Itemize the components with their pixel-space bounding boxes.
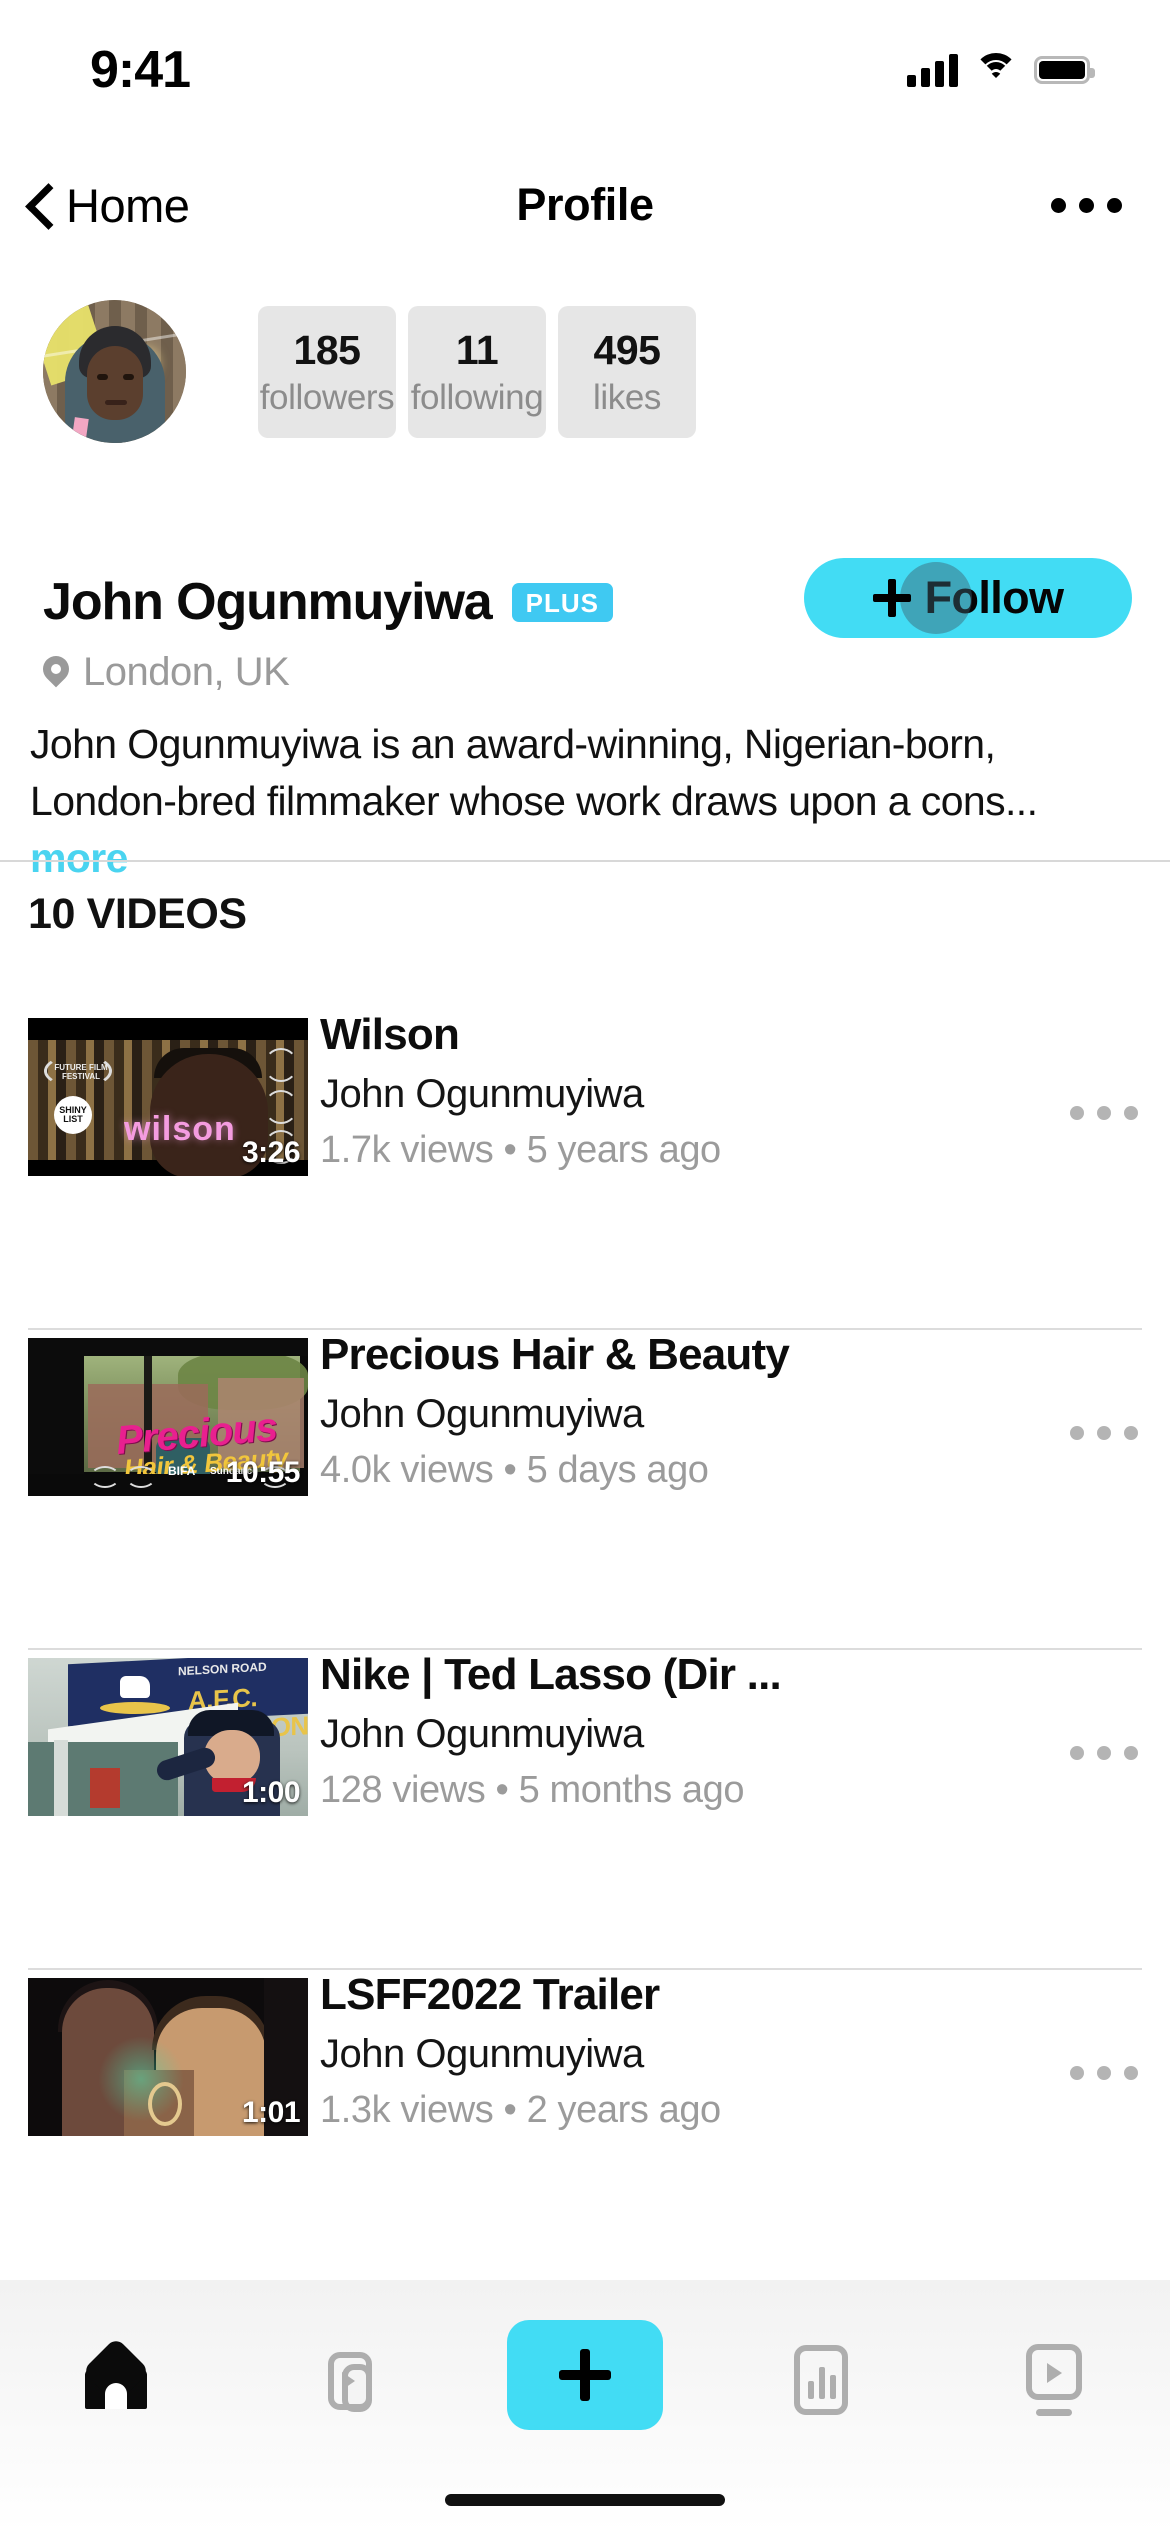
tab-home[interactable] xyxy=(41,2320,191,2440)
location-label: London, UK xyxy=(83,650,290,694)
section-divider xyxy=(0,860,1170,862)
list-item[interactable]: 1:01 LSFF2022 Trailer John Ogunmuyiwa 1.… xyxy=(0,1970,1170,2290)
more-options-icon[interactable] xyxy=(1051,197,1122,213)
status-time: 9:41 xyxy=(90,41,191,99)
video-meta: Wilson John Ogunmuyiwa 1.7k views • 5 ye… xyxy=(320,1010,1080,1172)
profile-stats: 185 followers 11 following 495 likes xyxy=(258,306,696,438)
chevron-left-icon xyxy=(26,184,52,226)
list-item[interactable]: FUTURE FILM FESTIVAL SHINY LIST wilson 3… xyxy=(0,1010,1170,1330)
video-duration: 10:55 xyxy=(225,1456,301,1489)
video-title: LSFF2022 Trailer xyxy=(320,1970,660,2019)
video-title: Wilson xyxy=(320,1010,460,1059)
video-duration: 1:00 xyxy=(241,1776,301,1809)
video-more-icon[interactable] xyxy=(1070,2066,1138,2080)
video-meta: Nike | Ted Lasso (Dir ... John Ogunmuyiw… xyxy=(320,1650,1080,1812)
tap-highlight xyxy=(900,562,972,634)
video-thumbnail[interactable]: 1:01 xyxy=(28,1978,308,2136)
video-duration: 1:01 xyxy=(241,2096,301,2129)
follow-button[interactable]: Follow xyxy=(804,558,1132,638)
list-item[interactable]: Precious Hair & Beauty BIFA Sundance 10:… xyxy=(0,1330,1170,1650)
stat-following[interactable]: 11 following xyxy=(408,306,546,438)
video-author: John Ogunmuyiwa xyxy=(320,1072,644,1116)
home-indicator xyxy=(445,2494,725,2506)
laurel-icon xyxy=(126,1466,156,1488)
tab-watch[interactable] xyxy=(979,2320,1129,2440)
video-meta: LSFF2022 Trailer John Ogunmuyiwa 1.3k vi… xyxy=(320,1970,1080,2132)
video-author: John Ogunmuyiwa xyxy=(320,1392,644,1436)
battery-icon xyxy=(1034,56,1095,84)
video-thumbnail[interactable]: NELSON ROAD A.F.C. RICHMOND 1:00 xyxy=(28,1658,308,1816)
video-author: John Ogunmuyiwa xyxy=(320,1712,644,1756)
video-stack-icon xyxy=(318,2346,380,2414)
video-more-icon[interactable] xyxy=(1070,1426,1138,1440)
bifa-badge: BIFA xyxy=(168,1464,196,1478)
video-thumbnail[interactable]: FUTURE FILM FESTIVAL SHINY LIST wilson 3… xyxy=(28,1018,308,1176)
video-duration: 3:26 xyxy=(241,1136,301,1169)
status-indicators xyxy=(907,53,1095,87)
profile-location: London, UK xyxy=(43,650,290,695)
status-bar: 9:41 xyxy=(0,0,1170,140)
stat-following-value: 11 xyxy=(455,326,499,373)
festival-laurel-icon: FUTURE FILM FESTIVAL xyxy=(44,1054,112,1088)
horse-emblem-icon xyxy=(120,1676,150,1698)
laurel-label: FUTURE FILM FESTIVAL xyxy=(54,1063,108,1081)
page-title: Profile xyxy=(516,179,654,230)
video-more-icon[interactable] xyxy=(1070,1746,1138,1760)
laurel-icon xyxy=(264,1048,298,1082)
stat-likes-value: 495 xyxy=(593,326,661,373)
bar-chart-icon xyxy=(793,2345,848,2415)
video-title: Precious Hair & Beauty xyxy=(320,1330,790,1379)
wifi-icon xyxy=(974,53,1018,87)
bio-more-link[interactable]: more xyxy=(30,835,128,881)
video-stats: 128 views • 5 months ago xyxy=(320,1769,745,1811)
stat-likes-label: likes xyxy=(592,377,662,417)
video-stats: 1.7k views • 5 years ago xyxy=(320,1129,721,1171)
laurel-icon xyxy=(90,1466,120,1488)
location-pin-icon xyxy=(43,656,69,690)
plus-badge: PLUS xyxy=(511,582,613,622)
video-stats: 4.0k views • 5 days ago xyxy=(320,1449,709,1491)
award-badge-icon: SHINY LIST xyxy=(54,1096,92,1134)
videos-section-heading: 10 VIDEOS xyxy=(28,890,247,938)
list-item[interactable]: NELSON ROAD A.F.C. RICHMOND 1:00 Nike | … xyxy=(0,1650,1170,1970)
plus-icon xyxy=(558,2349,611,2401)
stat-followers[interactable]: 185 followers xyxy=(258,306,396,438)
stat-followers-value: 185 xyxy=(293,326,361,373)
video-more-icon[interactable] xyxy=(1070,1106,1138,1120)
stat-followers-label: followers xyxy=(259,377,395,417)
stat-following-label: following xyxy=(410,377,544,417)
video-list: FUTURE FILM FESTIVAL SHINY LIST wilson 3… xyxy=(0,1010,1170,2290)
profile-name: John Ogunmuyiwa xyxy=(43,573,493,631)
bio-line-1: John Ogunmuyiwa is an award-winning, Nig… xyxy=(30,721,996,767)
home-icon xyxy=(85,2351,148,2409)
tab-stats[interactable] xyxy=(746,2320,896,2440)
laurel-icon xyxy=(264,1090,298,1124)
video-stats: 1.3k views • 2 years ago xyxy=(320,2089,721,2131)
video-title: Nike | Ted Lasso (Dir ... xyxy=(320,1650,782,1699)
profile-screen: 9:41 Profile Home 185 followers 11 follo… xyxy=(0,0,1170,2532)
tab-library[interactable] xyxy=(274,2320,424,2440)
bio-line-2: London-bred filmmaker whose work draws u… xyxy=(30,778,1038,824)
thumbnail-title-text: wilson xyxy=(124,1110,236,1148)
stat-likes[interactable]: 495 likes xyxy=(558,306,696,438)
video-meta: Precious Hair & Beauty John Ogunmuyiwa 4… xyxy=(320,1330,1080,1492)
profile-header: 185 followers 11 following 495 likes xyxy=(0,300,1170,443)
profile-name-row: John Ogunmuyiwa PLUS xyxy=(43,572,613,632)
plus-icon xyxy=(872,579,911,617)
tab-create[interactable] xyxy=(506,2320,663,2430)
video-thumbnail[interactable]: Precious Hair & Beauty BIFA Sundance 10:… xyxy=(28,1338,308,1496)
cellular-signal-icon xyxy=(907,53,958,87)
tv-play-icon xyxy=(1025,2344,1082,2416)
avatar[interactable] xyxy=(43,300,186,443)
navigation-bar: Profile Home xyxy=(0,150,1170,260)
earring-icon xyxy=(148,2082,182,2126)
video-author: John Ogunmuyiwa xyxy=(320,2032,644,2076)
